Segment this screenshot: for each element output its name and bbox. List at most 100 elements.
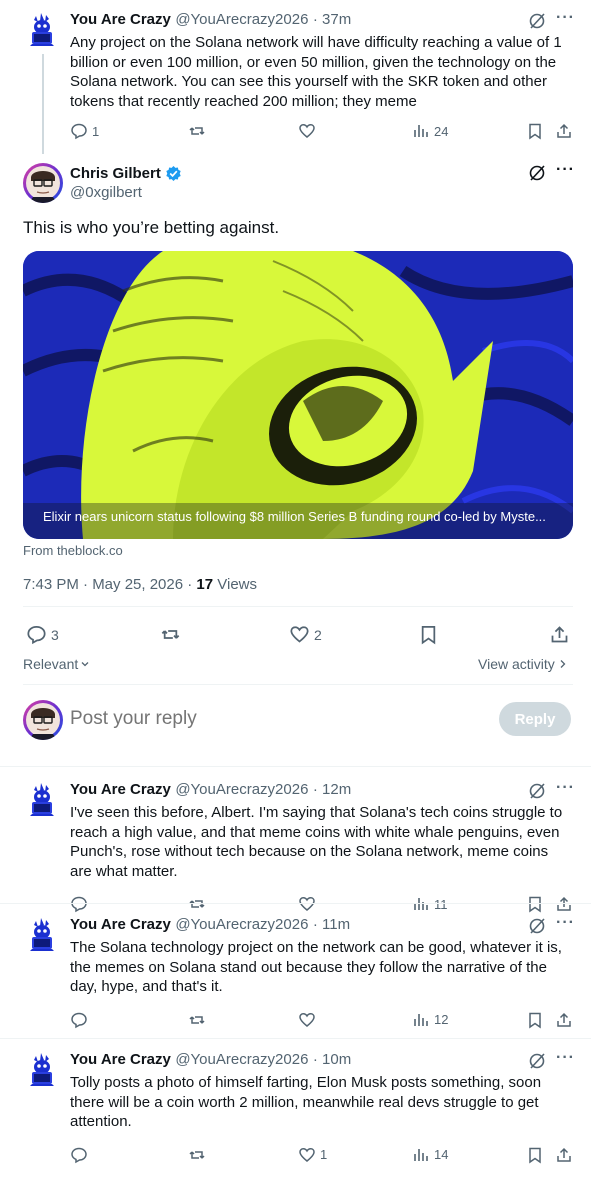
share-icon[interactable] — [555, 1011, 573, 1029]
thread-line — [42, 54, 44, 154]
like-count: 1 — [320, 1147, 328, 1162]
bookmark-icon[interactable] — [418, 624, 439, 645]
views-label: Views — [213, 576, 258, 593]
reply-icon — [70, 1146, 88, 1164]
like-button[interactable]: 1 — [298, 1146, 327, 1164]
avatar[interactable] — [22, 915, 62, 955]
views-count: 24 — [434, 123, 449, 139]
reply-submit-button[interactable]: Reply — [499, 702, 571, 736]
grok-icon[interactable] — [528, 917, 546, 935]
avatar[interactable] — [22, 10, 62, 50]
reply-count: 1 — [92, 123, 100, 139]
reply-count: 3 — [51, 626, 59, 643]
share-icon[interactable] — [555, 122, 573, 140]
sort-label: Relevant — [23, 656, 79, 672]
author-handle[interactable]: @YouArecrazy2026 — [175, 11, 308, 28]
avatar[interactable] — [22, 780, 62, 820]
author-name[interactable]: You Are Crazy — [70, 781, 171, 798]
reply-icon — [70, 122, 88, 140]
more-options-icon[interactable]: ··· — [556, 1049, 575, 1067]
post-text: I've seen this before, Albert. I'm sayin… — [70, 804, 563, 880]
post-time[interactable]: · 10m — [313, 1051, 351, 1068]
reply-button[interactable] — [70, 895, 88, 913]
post-text: Tolly posts a photo of himself farting, … — [70, 1074, 542, 1130]
author-handle[interactable]: @YouArecrazy2026 — [175, 916, 308, 933]
repost-icon — [188, 1146, 206, 1164]
views-button[interactable]: 11 — [412, 895, 448, 913]
repost-button[interactable] — [188, 895, 206, 913]
reply-button[interactable]: 1 — [70, 122, 99, 140]
post-timestamp[interactable]: 7:43 PM · May 25, 2026 · — [23, 576, 196, 593]
post-time[interactable]: · 12m — [313, 781, 351, 798]
heart-icon — [298, 895, 316, 913]
heart-icon — [298, 1146, 316, 1164]
grok-icon[interactable] — [528, 12, 546, 30]
author-name[interactable]: You Are Crazy — [70, 916, 171, 933]
share-icon[interactable] — [555, 895, 573, 913]
views-button[interactable]: 12 — [412, 1011, 448, 1029]
view-activity-link[interactable]: View activity — [478, 656, 567, 672]
heart-icon — [298, 122, 316, 140]
views-icon — [412, 122, 430, 140]
like-count: 2 — [314, 626, 322, 643]
card-source[interactable]: From theblock.co — [23, 543, 123, 558]
views-count: 12 — [434, 1012, 449, 1027]
repost-button[interactable] — [188, 122, 206, 140]
author-name[interactable]: You Are Crazy — [70, 1051, 171, 1068]
repost-icon — [188, 122, 206, 140]
grok-icon[interactable] — [528, 164, 546, 182]
divider — [0, 903, 591, 904]
repost-icon — [160, 624, 181, 645]
post-text: Any project on the Solana network will h… — [70, 34, 562, 110]
divider — [23, 606, 573, 607]
more-options-icon[interactable]: ··· — [556, 914, 575, 932]
post-time[interactable]: · 11m — [313, 916, 350, 933]
views-button[interactable]: 24 — [412, 122, 448, 140]
link-card[interactable]: Elixir nears unicorn status following $8… — [23, 251, 573, 539]
heart-icon — [289, 624, 310, 645]
like-button[interactable] — [298, 1011, 320, 1029]
reply-button[interactable]: 3 — [26, 624, 59, 645]
share-icon[interactable] — [549, 624, 570, 645]
grok-icon[interactable] — [528, 1052, 546, 1070]
more-options-icon[interactable]: ··· — [556, 779, 575, 797]
bookmark-icon[interactable] — [526, 122, 544, 140]
author-handle[interactable]: @YouArecrazy2026 — [175, 1051, 308, 1068]
views-count: 14 — [434, 1147, 449, 1162]
avatar[interactable] — [23, 163, 63, 203]
post-time[interactable]: · 37m — [313, 11, 351, 28]
reply-icon — [70, 895, 88, 913]
reply-icon — [70, 1011, 88, 1029]
views-button[interactable]: 14 — [412, 1146, 448, 1164]
chevron-right-icon — [559, 659, 567, 669]
bookmark-icon[interactable] — [526, 895, 544, 913]
repost-button[interactable] — [188, 1146, 206, 1164]
like-button[interactable] — [298, 895, 320, 913]
divider — [23, 684, 573, 685]
author-handle[interactable]: @0xgilbert — [70, 184, 142, 201]
more-options-icon[interactable]: ··· — [556, 161, 575, 179]
author-name[interactable]: Chris Gilbert — [70, 165, 161, 182]
verified-badge-icon[interactable] — [165, 165, 182, 182]
views-icon — [412, 1146, 430, 1164]
repost-button[interactable] — [160, 624, 181, 645]
avatar[interactable] — [22, 1050, 62, 1090]
card-image — [23, 251, 573, 539]
reply-button[interactable] — [70, 1146, 88, 1164]
reply-input[interactable] — [70, 704, 470, 734]
like-button[interactable]: 2 — [289, 624, 322, 645]
avatar[interactable] — [23, 700, 63, 740]
grok-icon[interactable] — [528, 782, 546, 800]
share-icon[interactable] — [555, 1146, 573, 1164]
like-button[interactable] — [298, 122, 316, 140]
repost-button[interactable] — [188, 1011, 206, 1029]
bookmark-icon[interactable] — [526, 1146, 544, 1164]
author-name[interactable]: You Are Crazy — [70, 11, 171, 28]
author-handle[interactable]: @YouArecrazy2026 — [175, 781, 308, 798]
divider — [0, 766, 591, 767]
card-caption: Elixir nears unicorn status following $8… — [43, 509, 546, 524]
bookmark-icon[interactable] — [526, 1011, 544, 1029]
more-options-icon[interactable]: ··· — [556, 9, 575, 27]
reply-button[interactable] — [70, 1011, 88, 1029]
sort-relevant-button[interactable]: Relevant — [23, 656, 90, 672]
